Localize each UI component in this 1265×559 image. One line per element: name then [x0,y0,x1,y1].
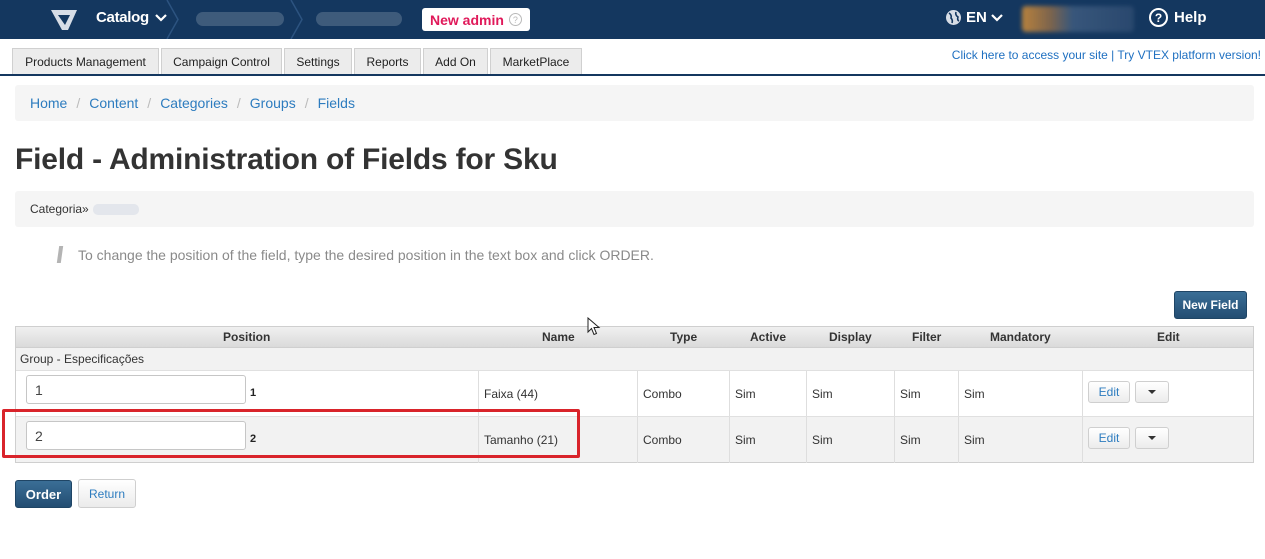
new-admin-label: New admin [430,11,504,28]
column-header-name[interactable]: Name [542,330,575,344]
caret-down-icon [1148,390,1156,394]
column-header-type[interactable]: Type [670,330,697,344]
more-actions-button[interactable] [1135,381,1169,403]
user-menu[interactable] [1022,6,1134,32]
new-admin-button[interactable]: New admin ? [422,8,530,31]
breadcrumb-categories[interactable]: Categories [160,95,228,111]
edit-cell: Edit [1082,417,1253,463]
question-icon: ? [508,13,522,26]
column-header-display[interactable]: Display [829,330,872,344]
help-icon: ? [1149,8,1168,27]
category-name [92,203,139,215]
language-label: EN [966,9,987,26]
access-site-link[interactable]: Click here to access your site | Try VTE… [952,48,1261,62]
field-type: Combo [637,417,729,463]
column-header-mandatory[interactable]: Mandatory [990,330,1051,344]
mouse-cursor-icon [587,317,601,336]
breadcrumb: Home / Content / Categories / Groups / F… [15,85,1254,121]
column-header-active[interactable]: Active [750,330,786,344]
column-header-filter[interactable]: Filter [912,330,941,344]
position-number: 1 [250,387,257,399]
tab-campaign-control[interactable]: Campaign Control [161,48,282,74]
main-menu: Products Management Campaign Control Set… [0,39,1265,76]
page-title: Field - Administration of Fields for Sku [15,143,558,176]
info-note: To change the position of the field, typ… [56,246,654,263]
vtex-logo-icon[interactable] [50,8,78,32]
nav-separator-icon [290,0,303,39]
nav-separator-icon [166,0,179,39]
breadcrumb-content[interactable]: Content [89,95,138,111]
field-mandatory: Sim [958,371,1082,417]
category-bar: Categoria» [15,191,1254,227]
breadcrumb-home[interactable]: Home [30,95,67,111]
chevron-down-icon [991,13,1003,22]
field-display: Sim [806,417,894,463]
help-label: Help [1174,9,1207,26]
catalog-label: Catalog [96,9,149,26]
account-selector[interactable] [316,12,402,26]
edit-button[interactable]: Edit [1088,427,1130,449]
highlight-box [2,409,580,458]
breadcrumb-separator: / [76,95,81,111]
tab-reports[interactable]: Reports [354,48,421,74]
store-selector[interactable] [196,12,284,26]
field-mandatory: Sim [958,417,1082,463]
breadcrumb-separator: / [147,95,152,111]
edit-button[interactable]: Edit [1088,381,1130,403]
tab-settings[interactable]: Settings [284,48,352,74]
field-active: Sim [729,417,806,463]
caret-down-icon [1148,436,1156,440]
more-actions-button[interactable] [1135,427,1169,449]
order-button[interactable]: Order [15,480,72,508]
column-header-edit[interactable]: Edit [1157,330,1180,344]
breadcrumb-groups[interactable]: Groups [250,95,296,111]
table-header: Position Name Type Active Display Filter… [16,327,1253,348]
breadcrumb-separator: / [304,95,309,111]
tab-products-management[interactable]: Products Management [12,48,159,74]
position-input[interactable] [26,375,246,404]
note-text: To change the position of the field, typ… [78,246,654,263]
return-button[interactable]: Return [78,479,136,508]
catalog-menu-button[interactable]: Catalog [96,9,167,26]
tab-marketplace[interactable]: MarketPlace [490,48,582,74]
category-label: Categoria» [30,202,89,216]
language-selector[interactable]: EN [945,9,1003,26]
help-button[interactable]: ? Help [1149,8,1207,27]
breadcrumb-separator: / [236,95,241,111]
top-navigation-bar: Catalog New admin ? EN ? Help [0,0,1265,39]
new-field-button[interactable]: New Field [1174,291,1247,319]
group-row: Group - Especificações [16,348,1253,370]
edit-cell: Edit [1082,371,1253,417]
field-display: Sim [806,371,894,417]
globe-icon [946,10,961,25]
column-header-position[interactable]: Position [223,330,270,344]
note-bar-icon [56,246,64,263]
breadcrumb-fields[interactable]: Fields [318,95,355,111]
field-active: Sim [729,371,806,417]
field-filter: Sim [894,417,958,463]
field-type: Combo [637,371,729,417]
field-filter: Sim [894,371,958,417]
tab-add-on[interactable]: Add On [423,48,488,74]
